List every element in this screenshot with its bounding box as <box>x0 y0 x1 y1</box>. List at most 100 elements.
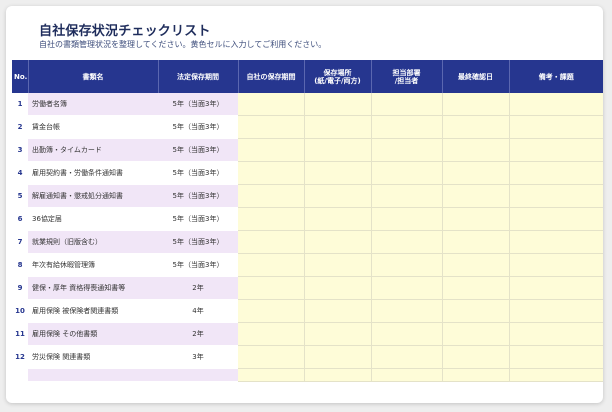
dept-input-cell[interactable] <box>371 184 443 208</box>
document-name-cell: 就業規則（旧版含む） <box>28 230 158 254</box>
document-name-cell: 雇用保険 その他書類 <box>28 322 158 346</box>
location-input-cell[interactable] <box>304 207 372 231</box>
notes-input-cell[interactable] <box>509 115 603 139</box>
col-header-notes: 備考・課題 <box>509 60 603 93</box>
dept-input-cell[interactable] <box>371 276 443 300</box>
notes-input-cell[interactable] <box>509 184 603 208</box>
own-period-input-cell[interactable] <box>238 322 305 346</box>
last-check-input-cell[interactable] <box>442 207 510 231</box>
last-check-input-cell[interactable] <box>442 138 510 162</box>
dept-input-cell[interactable] <box>371 138 443 162</box>
dept-input-cell[interactable] <box>371 93 443 116</box>
notes-input-cell[interactable] <box>509 253 603 277</box>
legal-period-cell: 5年（当面3年） <box>158 253 238 277</box>
last-check-input-cell[interactable] <box>442 276 510 300</box>
legal-period-cell: 5年（当面3年） <box>158 184 238 208</box>
location-input-cell[interactable] <box>304 253 372 277</box>
last-check-input-cell[interactable] <box>442 93 510 116</box>
last-check-input-cell[interactable] <box>442 230 510 254</box>
last-check-input-cell[interactable] <box>442 184 510 208</box>
table-row: 9 健保・厚年 資格得喪通知書等 2年 <box>12 276 603 300</box>
document-name-cell: 解雇通知書・懲戒処分通知書 <box>28 184 158 208</box>
input-cell[interactable] <box>304 368 372 382</box>
table-row: 12 労災保険 関連書類 3年 <box>12 345 603 369</box>
row-number: 7 <box>12 230 28 254</box>
input-cell[interactable] <box>442 368 510 382</box>
location-input-cell[interactable] <box>304 93 372 116</box>
row-number: 9 <box>12 276 28 300</box>
last-check-input-cell[interactable] <box>442 299 510 323</box>
notes-input-cell[interactable] <box>509 322 603 346</box>
notes-input-cell[interactable] <box>509 93 603 116</box>
own-period-input-cell[interactable] <box>238 161 305 185</box>
own-period-input-cell[interactable] <box>238 93 305 116</box>
notes-input-cell[interactable] <box>509 161 603 185</box>
last-check-input-cell[interactable] <box>442 115 510 139</box>
dept-input-cell[interactable] <box>371 230 443 254</box>
own-period-input-cell[interactable] <box>238 184 305 208</box>
own-period-input-cell[interactable] <box>238 253 305 277</box>
document-name-cell: 健保・厚年 資格得喪通知書等 <box>28 276 158 300</box>
col-header-last-check: 最終確認日 <box>442 60 510 93</box>
legal-period-cell: 2年 <box>158 276 238 300</box>
document-name-cell: 雇用保険 被保険者関連書類 <box>28 299 158 323</box>
dept-input-cell[interactable] <box>371 253 443 277</box>
notes-input-cell[interactable] <box>509 345 603 369</box>
notes-input-cell[interactable] <box>509 230 603 254</box>
table-row: 7 就業規則（旧版含む） 5年（当面3年） <box>12 230 603 254</box>
document-name-cell: 雇用契約書・労働条件通知書 <box>28 161 158 185</box>
row-number: 11 <box>12 322 28 346</box>
dept-input-cell[interactable] <box>371 322 443 346</box>
own-period-input-cell[interactable] <box>238 115 305 139</box>
checklist-sheet: 自社保存状況チェックリスト 自社の書類管理状況を整理してください。黄色セルに入力… <box>6 6 603 403</box>
last-check-input-cell[interactable] <box>442 253 510 277</box>
legal-period-cell: 5年（当面3年） <box>158 207 238 231</box>
row-number: 12 <box>12 345 28 369</box>
cell <box>12 368 28 382</box>
col-header-dept: 担当部署 /担当者 <box>371 60 443 93</box>
own-period-input-cell[interactable] <box>238 345 305 369</box>
notes-input-cell[interactable] <box>509 276 603 300</box>
dept-input-cell[interactable] <box>371 345 443 369</box>
location-input-cell[interactable] <box>304 230 372 254</box>
notes-input-cell[interactable] <box>509 138 603 162</box>
input-cell[interactable] <box>509 368 603 382</box>
dept-input-cell[interactable] <box>371 299 443 323</box>
col-header-name: 書類名 <box>28 60 159 93</box>
location-input-cell[interactable] <box>304 345 372 369</box>
row-number: 5 <box>12 184 28 208</box>
last-check-input-cell[interactable] <box>442 345 510 369</box>
row-number: 8 <box>12 253 28 277</box>
dept-input-cell[interactable] <box>371 207 443 231</box>
own-period-input-cell[interactable] <box>238 299 305 323</box>
location-input-cell[interactable] <box>304 115 372 139</box>
legal-period-cell: 5年（当面3年） <box>158 115 238 139</box>
own-period-input-cell[interactable] <box>238 207 305 231</box>
dept-input-cell[interactable] <box>371 115 443 139</box>
dept-input-cell[interactable] <box>371 161 443 185</box>
notes-input-cell[interactable] <box>509 299 603 323</box>
location-input-cell[interactable] <box>304 322 372 346</box>
col-header-location: 保存場所 (紙/電子/両方) <box>304 60 372 93</box>
location-input-cell[interactable] <box>304 276 372 300</box>
own-period-input-cell[interactable] <box>238 230 305 254</box>
input-cell[interactable] <box>371 368 443 382</box>
page-title: 自社保存状況チェックリスト <box>39 24 211 39</box>
own-period-input-cell[interactable] <box>238 276 305 300</box>
table-row: 5 解雇通知書・懲戒処分通知書 5年（当面3年） <box>12 184 603 208</box>
location-input-cell[interactable] <box>304 138 372 162</box>
own-period-input-cell[interactable] <box>238 138 305 162</box>
col-header-legal-period: 法定保存期間 <box>158 60 239 93</box>
row-number: 2 <box>12 115 28 139</box>
location-input-cell[interactable] <box>304 161 372 185</box>
document-name-cell: 年次有給休暇管理簿 <box>28 253 158 277</box>
notes-input-cell[interactable] <box>509 207 603 231</box>
last-check-input-cell[interactable] <box>442 322 510 346</box>
row-number: 10 <box>12 299 28 323</box>
location-input-cell[interactable] <box>304 299 372 323</box>
document-name-cell: 労災保険 関連書類 <box>28 345 158 369</box>
input-cell[interactable] <box>238 368 305 382</box>
row-number: 6 <box>12 207 28 231</box>
last-check-input-cell[interactable] <box>442 161 510 185</box>
location-input-cell[interactable] <box>304 184 372 208</box>
